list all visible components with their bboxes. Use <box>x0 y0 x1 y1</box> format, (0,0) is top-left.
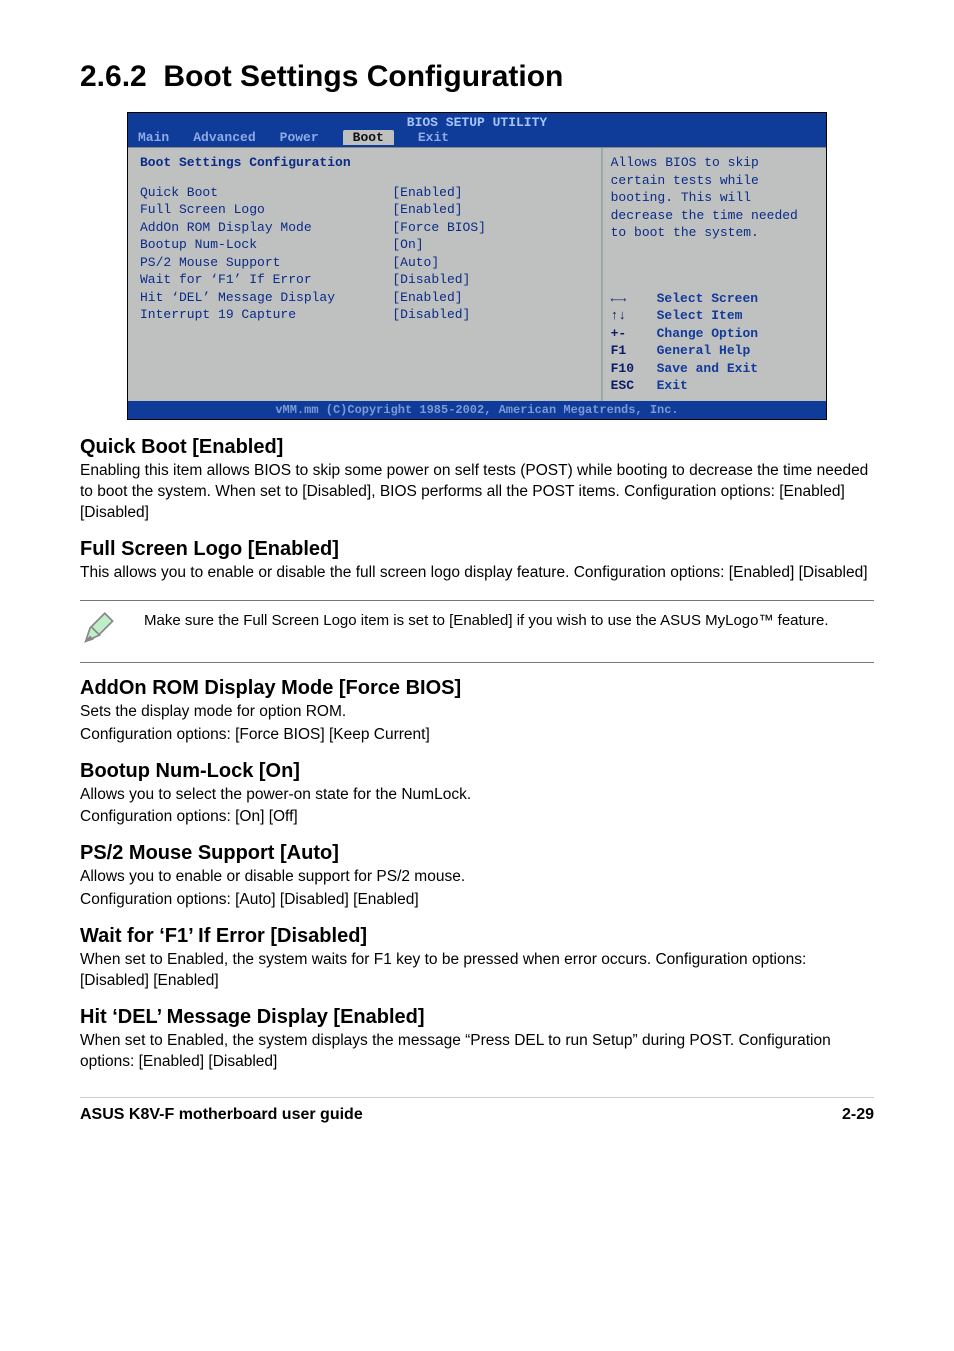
bios-row-value: [Enabled] <box>392 201 590 219</box>
key: ESC <box>611 377 657 395</box>
section-number: 2.6.2 <box>80 60 147 93</box>
bios-row-label: AddOn ROM Display Mode <box>140 219 392 237</box>
section-heading: 2.6.2 Boot Settings Configuration <box>80 60 874 94</box>
item-quick-boot-title: Quick Boot [Enabled] <box>80 436 874 459</box>
bios-row-value: [On] <box>392 236 590 254</box>
pencil-icon <box>80 611 116 652</box>
item-hit-del-body: When set to Enabled, the system displays… <box>80 1031 874 1073</box>
bios-row-label: Hit ‘DEL’ Message Display <box>140 289 392 307</box>
bios-tab-exit: Exit <box>418 130 449 145</box>
key: F1 <box>611 342 657 360</box>
bios-row-label: Interrupt 19 Capture <box>140 306 392 324</box>
item-full-screen-logo-title: Full Screen Logo [Enabled] <box>80 538 874 561</box>
key-desc: Select Screen <box>657 290 818 308</box>
bios-right-panel: Allows BIOS to skip certain tests while … <box>603 148 826 401</box>
item-full-screen-logo-body: This allows you to enable or disable the… <box>80 563 874 584</box>
bios-row-value: [Disabled] <box>392 306 590 324</box>
bios-row-value: [Enabled] <box>392 289 590 307</box>
bios-row-value: [Auto] <box>392 254 590 272</box>
item-hit-del-title: Hit ‘DEL’ Message Display [Enabled] <box>80 1006 874 1029</box>
bios-help-text: Allows BIOS to skip certain tests while … <box>611 154 818 242</box>
footer-left: ASUS K8V-F motherboard user guide <box>80 1106 363 1124</box>
item-numlock-title: Bootup Num-Lock [On] <box>80 760 874 783</box>
bios-row-label: Full Screen Logo <box>140 201 392 219</box>
bios-tab-power: Power <box>280 130 319 145</box>
key: ↑↓ <box>611 307 657 325</box>
bios-tab-boot: Boot <box>343 130 394 145</box>
key-desc: Change Option <box>657 325 818 343</box>
bios-row: Quick Boot[Enabled] <box>140 184 591 202</box>
key-desc: Select Item <box>657 307 818 325</box>
bios-row-value: [Disabled] <box>392 271 590 289</box>
key-desc: Exit <box>657 377 818 395</box>
section-title: Boot Settings Configuration <box>163 60 563 93</box>
bios-row-value: [Enabled] <box>392 184 590 202</box>
footer-right: 2-29 <box>842 1106 874 1124</box>
item-wait-f1-body: When set to Enabled, the system waits fo… <box>80 950 874 992</box>
bios-row-label: Quick Boot <box>140 184 392 202</box>
bios-row: Hit ‘DEL’ Message Display[Enabled] <box>140 289 591 307</box>
bios-row: PS/2 Mouse Support[Auto] <box>140 254 591 272</box>
item-wait-f1-title: Wait for ‘F1’ If Error [Disabled] <box>80 925 874 948</box>
bios-row-label: Bootup Num-Lock <box>140 236 392 254</box>
bios-row-label: PS/2 Mouse Support <box>140 254 392 272</box>
bios-row: AddOn ROM Display Mode[Force BIOS] <box>140 219 591 237</box>
bios-body: Boot Settings Configuration Quick Boot[E… <box>128 147 826 401</box>
key: ←→ <box>611 290 657 308</box>
bios-footer: vMM.mm (C)Copyright 1985-2002, American … <box>128 401 826 419</box>
item-ps2-body2: Configuration options: [Auto] [Disabled]… <box>80 890 874 911</box>
key-desc: General Help <box>657 342 818 360</box>
item-addon-rom-body1: Sets the display mode for option ROM. <box>80 702 874 723</box>
page-footer: ASUS K8V-F motherboard user guide 2-29 <box>80 1097 874 1124</box>
item-addon-rom-title: AddOn ROM Display Mode [Force BIOS] <box>80 677 874 700</box>
item-ps2-title: PS/2 Mouse Support [Auto] <box>80 842 874 865</box>
bios-row: Bootup Num-Lock[On] <box>140 236 591 254</box>
bios-screenshot: BIOS SETUP UTILITY Main Advanced Power B… <box>127 112 827 420</box>
bios-panel-title: Boot Settings Configuration <box>140 154 591 172</box>
key-desc: Save and Exit <box>657 360 818 378</box>
key: F10 <box>611 360 657 378</box>
bios-row-value: [Force BIOS] <box>392 219 590 237</box>
bios-row: Interrupt 19 Capture[Disabled] <box>140 306 591 324</box>
bios-menu-bar: Main Advanced Power Boot Exit <box>128 130 826 147</box>
item-ps2-body1: Allows you to enable or disable support … <box>80 867 874 888</box>
bios-key-legend: ←→Select Screen ↑↓Select Item +-Change O… <box>611 290 818 395</box>
bios-tab-main: Main <box>138 130 169 145</box>
key: +- <box>611 325 657 343</box>
bios-row-label: Wait for ‘F1’ If Error <box>140 271 392 289</box>
note-block: Make sure the Full Screen Logo item is s… <box>80 600 874 663</box>
item-numlock-body2: Configuration options: [On] [Off] <box>80 807 874 828</box>
item-numlock-body1: Allows you to select the power-on state … <box>80 785 874 806</box>
bios-row: Wait for ‘F1’ If Error[Disabled] <box>140 271 591 289</box>
bios-tab-advanced: Advanced <box>193 130 255 145</box>
note-text: Make sure the Full Screen Logo item is s… <box>144 611 829 631</box>
bios-title: BIOS SETUP UTILITY <box>128 113 826 130</box>
bios-left-panel: Boot Settings Configuration Quick Boot[E… <box>128 148 603 401</box>
item-quick-boot-body: Enabling this item allows BIOS to skip s… <box>80 461 874 524</box>
bios-row: Full Screen Logo[Enabled] <box>140 201 591 219</box>
item-addon-rom-body2: Configuration options: [Force BIOS] [Kee… <box>80 725 874 746</box>
